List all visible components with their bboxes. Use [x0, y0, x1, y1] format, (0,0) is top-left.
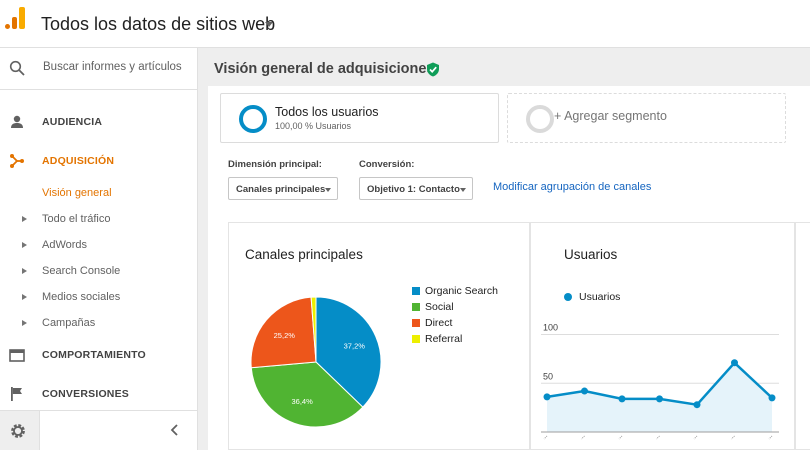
- search-input[interactable]: Buscar informes y artículos: [43, 61, 193, 73]
- conversion-label: Conversión:: [359, 159, 415, 170]
- report-panel: Todos los usuarios 100,00 % Usuarios + A…: [208, 86, 810, 450]
- legend-label: Usuarios: [579, 291, 621, 303]
- data-point[interactable]: [693, 401, 701, 409]
- x-tick: [618, 435, 623, 440]
- legend-label: Organic Search: [425, 285, 498, 297]
- conversion-select-value: Objetivo 1: Contacto: [367, 184, 460, 195]
- legend-swatch: [564, 293, 572, 301]
- data-point[interactable]: [731, 359, 738, 367]
- modify-channel-grouping-link[interactable]: Modificar agrupación de canales: [493, 181, 651, 193]
- expand-arrow-icon: [22, 294, 27, 300]
- segment-name: Todos los usuarios: [275, 105, 379, 119]
- sidebar-item-label: CONVERSIONES: [42, 388, 129, 400]
- dimension-label: Dimensión principal:: [228, 159, 322, 170]
- page-title: Visión general de adquisiciones: [214, 61, 435, 77]
- pie-data-label: 25,2%: [274, 331, 296, 340]
- legend-swatch: [412, 319, 420, 327]
- expand-arrow-icon: [22, 320, 27, 326]
- data-point[interactable]: [618, 395, 626, 403]
- dimension-select[interactable]: Canales principales: [228, 177, 338, 200]
- x-tick: [543, 435, 548, 440]
- main-content: Visión general de adquisiciones Todos lo…: [198, 48, 810, 450]
- next-chart-card: [795, 222, 810, 450]
- sidebar-item-search-console[interactable]: Search Console: [0, 262, 198, 282]
- gear-icon: [11, 424, 25, 438]
- x-tick: [768, 435, 773, 440]
- verified-shield-icon: [427, 62, 439, 77]
- sidebar-item-medios-sociales[interactable]: Medios sociales: [0, 288, 198, 308]
- legend-swatch: [412, 335, 420, 343]
- data-point[interactable]: [543, 393, 551, 401]
- sidebar-subitem-label: Visión general: [42, 187, 112, 199]
- users-chart-card: Usuarios Usuarios 50 100: [530, 222, 795, 450]
- search-icon: [9, 60, 25, 76]
- chevron-down-icon: [460, 188, 466, 192]
- sidebar-item-adwords[interactable]: AdWords: [0, 236, 198, 256]
- sidebar-item-vision-general[interactable]: Visión general: [0, 184, 198, 204]
- pie-data-label: 36,4%: [292, 397, 314, 406]
- chart-title: Canales principales: [245, 247, 363, 262]
- legend-swatch: [412, 303, 420, 311]
- sidebar-subitem-label: Todo el tráfico: [42, 213, 111, 225]
- pie-data-label: 37,2%: [344, 342, 366, 351]
- x-tick: [731, 435, 735, 440]
- segment-ring-icon: [526, 105, 554, 133]
- segment-all-users[interactable]: Todos los usuarios 100,00 % Usuarios: [220, 93, 499, 143]
- x-tick: [693, 435, 698, 440]
- sidebar-item-audiencia[interactable]: AUDIENCIA: [0, 110, 198, 136]
- behavior-icon: [9, 349, 25, 362]
- x-tick: [656, 435, 660, 440]
- data-point[interactable]: [581, 387, 588, 395]
- segment-ring-icon: [239, 105, 267, 133]
- sidebar-item-label: ADQUISICIÓN: [42, 155, 115, 167]
- sidebar-subitem-label: Campañas: [42, 317, 96, 329]
- conversion-select[interactable]: Objetivo 1: Contacto: [359, 177, 473, 200]
- sidebar-item-label: AUDIENCIA: [42, 116, 103, 128]
- add-segment-button[interactable]: + Agregar segmento: [507, 93, 786, 143]
- sidebar-item-adquisicion[interactable]: ADQUISICIÓN: [0, 149, 198, 175]
- y-tick-label: 100: [543, 323, 558, 333]
- top-bar: Todos los datos de sitios web: [0, 0, 810, 48]
- pie-chart: 37,2% 36,4% 25,2%: [250, 296, 382, 428]
- sidebar-subitem-label: AdWords: [42, 239, 88, 251]
- sidebar-item-campanas[interactable]: Campañas: [0, 314, 198, 334]
- sidebar-item-conversiones[interactable]: CONVERSIONES: [0, 382, 198, 408]
- legend-swatch: [412, 287, 420, 295]
- segment-percentage: 100,00 % Usuarios: [275, 121, 352, 131]
- analytics-logo-icon[interactable]: [5, 7, 25, 29]
- expand-arrow-icon: [22, 242, 27, 248]
- line-chart: 50 100: [541, 323, 779, 440]
- y-tick-label: 50: [543, 371, 553, 381]
- expand-arrow-icon: [22, 216, 27, 222]
- sidebar-subitem-label: Search Console: [42, 265, 121, 277]
- data-point[interactable]: [768, 394, 776, 402]
- legend-label: Referral: [425, 333, 463, 345]
- sidebar-footer: [0, 410, 198, 450]
- sidebar-item-label: COMPORTAMIENTO: [42, 349, 146, 361]
- legend-label: Direct: [425, 317, 453, 329]
- chevron-left-icon[interactable]: [170, 424, 180, 436]
- chevron-down-icon: [325, 188, 331, 192]
- sidebar-item-todo-el-trafico[interactable]: Todo el tráfico: [0, 210, 198, 230]
- sidebar-subitem-label: Medios sociales: [42, 291, 121, 303]
- data-point[interactable]: [656, 395, 663, 403]
- legend-label: Social: [425, 301, 454, 313]
- expand-arrow-icon: [22, 268, 27, 274]
- sidebar-item-comportamiento[interactable]: COMPORTAMIENTO: [0, 343, 198, 369]
- channels-chart-card: Canales principales 37,2% 36,4% 25,2% Orga…: [228, 222, 530, 450]
- acquisition-icon: [10, 154, 24, 168]
- chart-title: Usuarios: [564, 247, 618, 262]
- caret-down-icon[interactable]: [265, 22, 273, 27]
- x-tick: [581, 435, 585, 440]
- admin-button[interactable]: [0, 411, 40, 450]
- person-icon: [11, 115, 23, 128]
- flag-icon: [11, 387, 22, 401]
- property-selector-title[interactable]: Todos los datos de sitios web: [41, 14, 275, 35]
- sidebar: Buscar informes y artículos AUDIENCIA AD…: [0, 48, 198, 450]
- add-segment-label: + Agregar segmento: [554, 109, 667, 123]
- sidebar-search[interactable]: Buscar informes y artículos: [0, 48, 198, 90]
- dimension-select-value: Canales principales: [236, 184, 326, 195]
